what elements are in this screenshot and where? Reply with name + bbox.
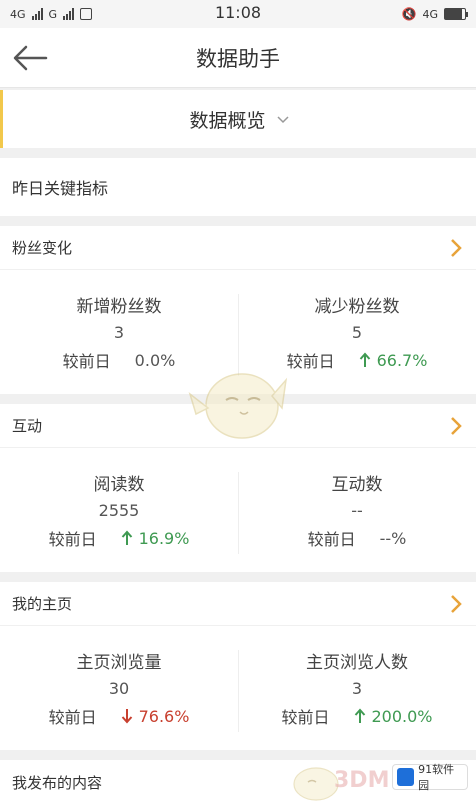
metric-name: 互动数 <box>331 475 383 495</box>
back-button[interactable] <box>10 42 50 74</box>
mute-icon: 🔇 <box>401 7 417 21</box>
metric-name: 阅读数 <box>93 475 145 495</box>
status-bar: 4G G 11:08 🔇 4G <box>0 0 476 28</box>
page-title: 数据助手 <box>196 46 280 71</box>
site-logo-icon <box>397 768 415 786</box>
metric-reads: 阅读数 2555 较前日 16.9% <box>0 448 238 572</box>
metric-value: 2555 <box>98 501 140 520</box>
metric-compare: 较前日 66.7% <box>287 348 428 372</box>
metric-compare: 较前日 76.6% <box>49 704 190 728</box>
clock: 11:08 <box>214 3 262 22</box>
metric-compare: 较前日 0.0% <box>63 348 176 372</box>
network-type-right: 4G <box>422 7 438 21</box>
section-title: 互动 <box>12 417 43 435</box>
metric-value: -- <box>351 501 363 520</box>
mascot-watermark-icon <box>188 373 288 439</box>
metric-name: 减少粉丝数 <box>314 297 400 317</box>
overview-selector[interactable]: 数据概览 <box>0 90 476 148</box>
metric-name: 主页浏览人数 <box>306 653 408 673</box>
metric-compare: 较前日 200.0% <box>281 704 432 728</box>
compare-label: 较前日 <box>307 530 356 549</box>
status-right: 🔇 4G <box>401 7 468 21</box>
section-homepage-body: 主页浏览量 30 较前日 76.6% 主页浏览人数 3 较前日 200.0% <box>0 626 476 750</box>
metric-value: 30 <box>108 679 130 698</box>
compare-label: 较前日 <box>281 708 330 727</box>
section-homepage: 我的主页 主页浏览量 30 较前日 76.6% 主页浏览人数 3 较前日 200… <box>0 582 476 750</box>
signal-icon <box>31 8 43 20</box>
section-homepage-header[interactable]: 我的主页 <box>0 582 476 626</box>
change-value: 16.9% <box>138 528 190 548</box>
metric-name: 主页浏览量 <box>76 653 162 673</box>
network-type-1: 4G <box>10 7 26 21</box>
section-title: 粉丝变化 <box>12 239 73 257</box>
signal-icon-2 <box>63 8 75 20</box>
arrow-up-icon <box>121 530 132 545</box>
brand-watermark: 3DM <box>334 768 390 793</box>
key-metrics-label: 昨日关键指标 <box>12 179 109 198</box>
section-fans-header[interactable]: 粉丝变化 <box>0 226 476 270</box>
sim-icon <box>80 8 93 20</box>
change-value: --% <box>379 528 407 548</box>
chevron-right-icon <box>451 416 462 435</box>
section-interaction-body: 阅读数 2555 较前日 16.9% 互动数 -- 较前日 --% <box>0 448 476 572</box>
site-badge-label: 91软件园 <box>418 763 455 792</box>
chevron-down-icon <box>276 116 289 124</box>
metric-page-visitors: 主页浏览人数 3 较前日 200.0% <box>238 626 476 750</box>
change-value: 76.6% <box>138 706 190 726</box>
arrow-down-icon <box>121 709 132 724</box>
back-arrow-icon <box>13 45 48 71</box>
compare-label: 较前日 <box>48 708 97 727</box>
compare-label: 较前日 <box>286 352 335 371</box>
metric-compare: 较前日 16.9% <box>49 526 190 550</box>
key-metrics-header: 昨日关键指标 <box>0 158 476 216</box>
status-left: 4G G <box>10 7 93 21</box>
change-value: 0.0% <box>134 350 176 370</box>
metric-interactions: 互动数 -- 较前日 --% <box>238 448 476 572</box>
change-value: 200.0% <box>371 706 433 726</box>
chevron-right-icon <box>451 594 462 613</box>
arrow-up-icon <box>354 708 365 723</box>
metric-page-views: 主页浏览量 30 较前日 76.6% <box>0 626 238 750</box>
my-posts-label: 我发布的内容 <box>12 773 103 792</box>
nav-bar: 数据助手 <box>0 28 476 88</box>
metric-name: 新增粉丝数 <box>76 297 162 317</box>
selector-label: 数据概览 <box>189 109 266 132</box>
chevron-right-icon <box>451 238 462 257</box>
metric-value: 3 <box>113 323 125 342</box>
compare-label: 较前日 <box>62 352 111 371</box>
section-title: 我的主页 <box>12 595 73 613</box>
battery-icon <box>444 8 468 20</box>
metric-value: 5 <box>351 323 363 342</box>
arrow-up-icon <box>359 352 370 367</box>
site-badge: 91软件园 <box>392 763 468 792</box>
network-type-2: G <box>48 7 58 21</box>
metric-value: 3 <box>351 679 363 698</box>
compare-label: 较前日 <box>48 530 97 549</box>
metric-compare: 较前日 --% <box>308 526 407 550</box>
change-value: 66.7% <box>376 350 428 370</box>
